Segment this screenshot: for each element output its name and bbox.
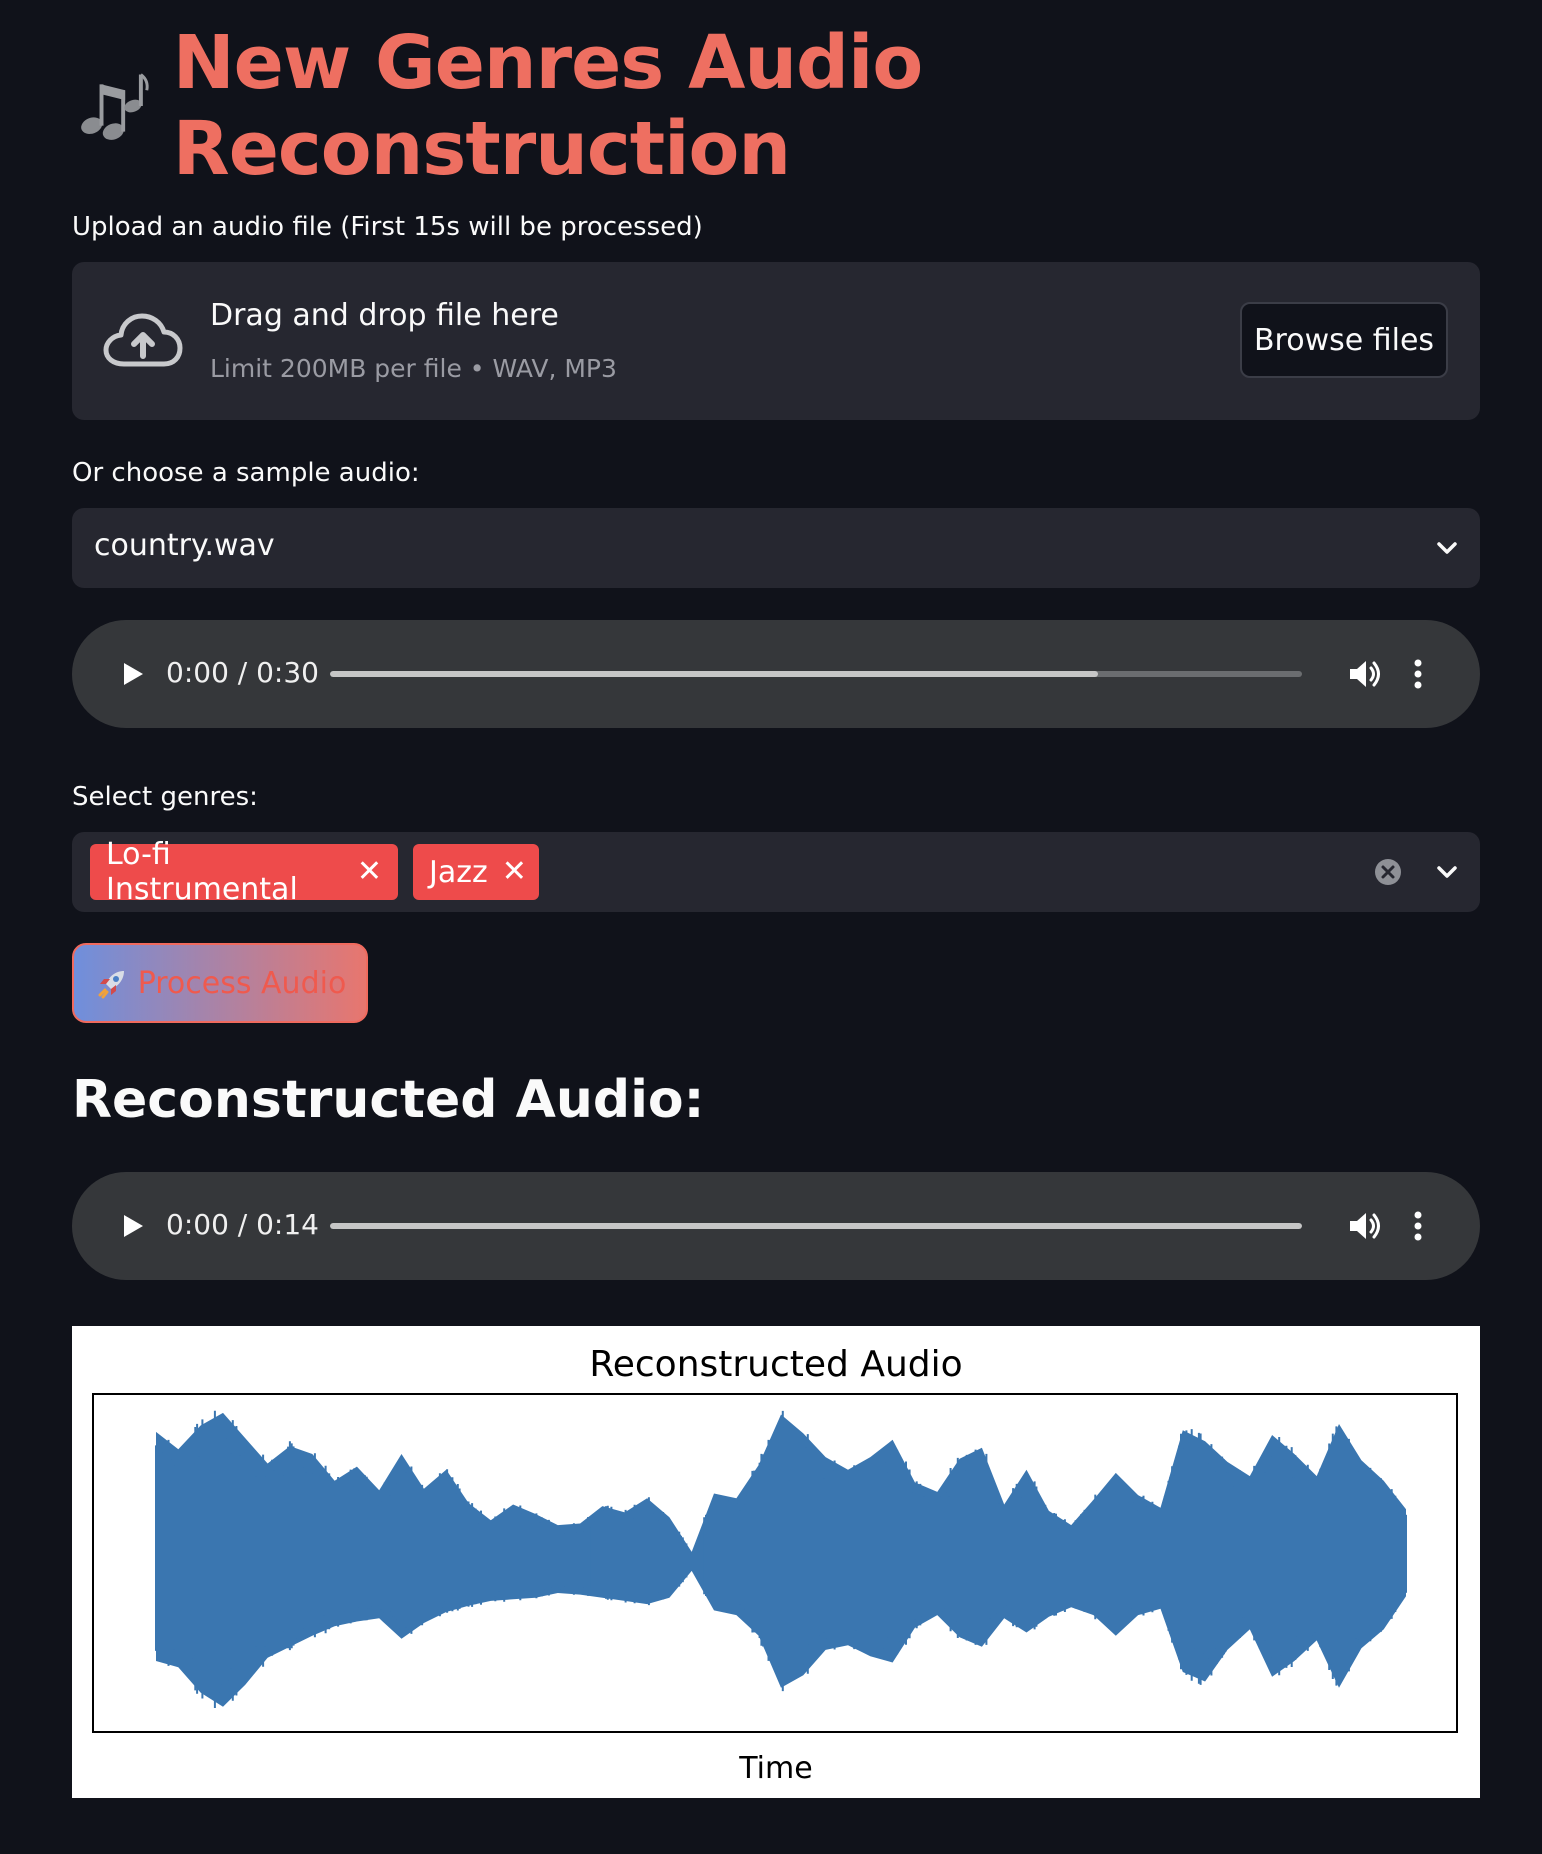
playback-time: 0:00 / 0:14 [166, 1208, 319, 1241]
seek-bar[interactable] [330, 671, 1302, 677]
remove-tag-icon[interactable]: ✕ [502, 857, 527, 887]
waveform-chart: Reconstructed Audio Time [72, 1326, 1480, 1798]
sample-label: Or choose a sample audio: [72, 458, 420, 488]
chevron-down-icon[interactable] [1434, 859, 1460, 885]
page-header: New Genres Audio Reconstruction [72, 20, 1542, 192]
musical-notes-icon [81, 73, 149, 140]
genre-tag[interactable]: Lo-fi Instrumental ✕ [90, 837, 398, 907]
volume-icon[interactable] [1344, 1206, 1384, 1246]
genre-tag[interactable]: Jazz ✕ [413, 844, 539, 900]
file-dropzone[interactable]: Drag and drop file here Limit 200MB per … [72, 262, 1480, 420]
seek-progress [330, 1223, 1302, 1229]
waveform-plot: Reconstructed Audio Time [92, 1344, 1458, 1786]
more-options-icon[interactable] [1408, 654, 1428, 694]
cloud-upload-icon [103, 313, 183, 367]
chevron-down-icon [1437, 542, 1457, 554]
genre-tag-label: Lo-fi Instrumental [106, 837, 298, 907]
play-icon[interactable] [112, 1206, 152, 1246]
dropzone-limit: Limit 200MB per file • WAV, MP3 [210, 354, 617, 383]
sample-audio-select[interactable]: country.wav [72, 508, 1480, 588]
dropzone-instructions: Drag and drop file here [210, 298, 559, 333]
genre-tag-label: Jazz [429, 854, 488, 890]
reconstructed-audio-player[interactable]: 0:00 / 0:14 [72, 1172, 1480, 1280]
play-icon[interactable] [112, 654, 152, 694]
chart-title: Reconstructed Audio [589, 1344, 962, 1385]
genres-label: Select genres: [72, 782, 258, 812]
waveform-series [155, 1410, 1407, 1708]
process-audio-button[interactable]: Process Audio [72, 943, 368, 1023]
process-audio-label: Process Audio [137, 965, 347, 1001]
upload-label: Upload an audio file (First 15s will be … [72, 212, 703, 242]
x-axis-label: Time [738, 1751, 812, 1786]
genres-multiselect[interactable]: Lo-fi Instrumental ✕ Jazz ✕ [72, 832, 1480, 912]
clear-all-icon[interactable] [1374, 858, 1402, 886]
app-page: New Genres Audio Reconstruction Upload a… [0, 0, 1542, 1854]
browse-files-button[interactable]: Browse files [1240, 302, 1448, 378]
more-options-icon[interactable] [1408, 1206, 1428, 1246]
seek-progress [330, 671, 1098, 677]
sample-audio-player[interactable]: 0:00 / 0:30 [72, 620, 1480, 728]
rocket-icon [98, 971, 124, 999]
volume-icon[interactable] [1344, 654, 1384, 694]
selected-sample: country.wav [94, 528, 275, 563]
remove-tag-icon[interactable]: ✕ [357, 857, 382, 887]
seek-bar[interactable] [330, 1223, 1302, 1229]
playback-time: 0:00 / 0:30 [166, 656, 319, 689]
page-title: New Genres Audio Reconstruction [172, 20, 923, 192]
reconstructed-heading: Reconstructed Audio: [72, 1070, 705, 1130]
